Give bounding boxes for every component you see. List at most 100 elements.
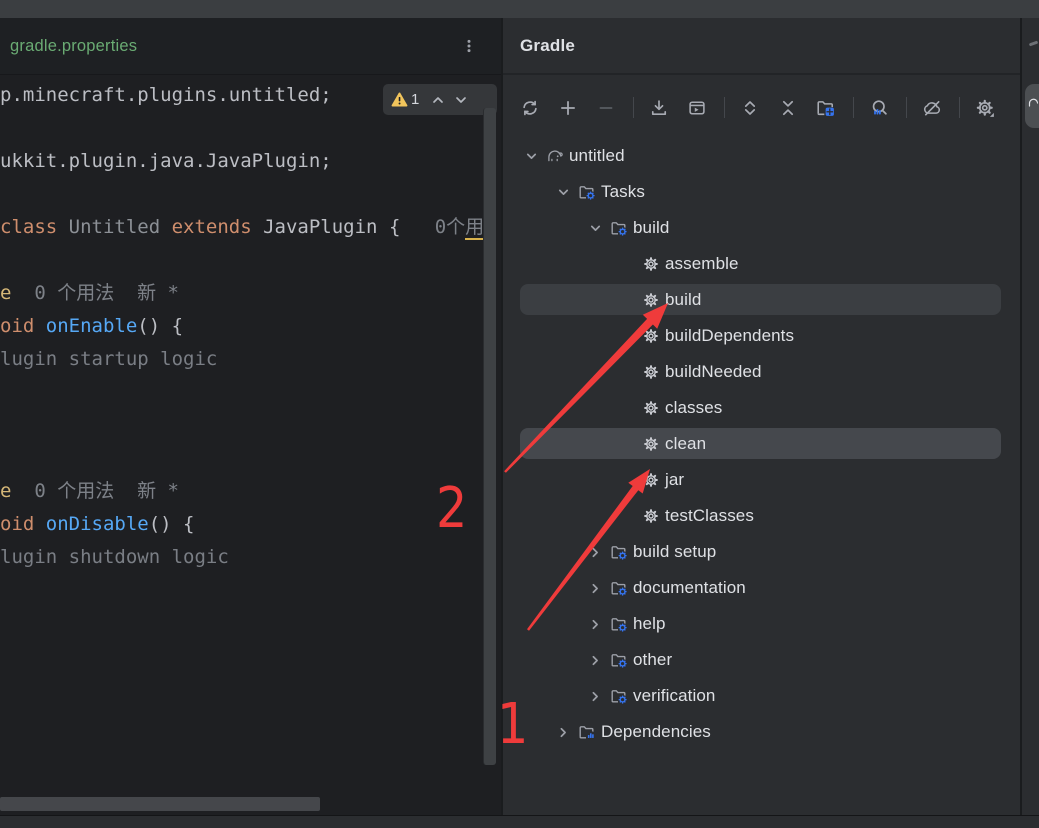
code-segment: oid <box>0 315 46 337</box>
toolbar-button-group-tasks[interactable] <box>813 95 839 121</box>
inspection-widget[interactable]: 1 <box>383 84 497 115</box>
right-tool-window-stripe <box>1020 18 1039 815</box>
code-segment: 0 个用法 新 * <box>11 282 179 304</box>
tree-item-clean[interactable]: clean <box>503 426 1020 462</box>
settings-icon <box>975 98 995 118</box>
code-segment: onDisable <box>46 513 149 535</box>
tree-item-build[interactable]: build <box>503 210 1020 246</box>
code-line: ukkit.plugin.java.JavaPlugin; <box>0 145 332 178</box>
code-segment: Untitled <box>69 216 172 238</box>
code-line: class Untitled extends JavaPlugin { 0个用 <box>0 211 484 244</box>
folder-gear-icon <box>610 687 628 705</box>
tree-item-label: assemble <box>665 254 739 274</box>
code-segment: () { <box>137 315 183 337</box>
chevron-right-icon[interactable] <box>587 688 604 705</box>
chevron-right-icon[interactable] <box>587 544 604 561</box>
tree-item-build-setup[interactable]: build setup <box>503 534 1020 570</box>
tree-item-help[interactable]: help <box>503 606 1020 642</box>
chevron-spacer <box>619 256 636 273</box>
code-segment: JavaPlugin { <box>263 216 435 238</box>
code-segment: p.minecraft.plugins.untitled; <box>0 84 332 106</box>
tree-item-label: buildNeeded <box>665 362 762 382</box>
gradle-elephant-icon <box>1028 97 1039 109</box>
code-segment: ukkit.plugin.java.JavaPlugin; <box>0 150 332 172</box>
code-segment: 0个 <box>435 216 465 238</box>
toolbar-button-remove-gradle-project[interactable] <box>593 95 619 121</box>
annotation-number-2: 2 <box>436 481 467 537</box>
editor-options-button[interactable] <box>455 32 483 60</box>
toolbar-button-download-sources[interactable] <box>646 95 672 121</box>
code-segment: e <box>0 282 11 304</box>
chevron-right-icon[interactable] <box>555 724 572 741</box>
tree-item-other[interactable]: other <box>503 642 1020 678</box>
tree-item-label: clean <box>665 434 706 454</box>
minus-icon <box>596 98 616 118</box>
toolbar-separator <box>724 97 725 118</box>
folder-gear-icon <box>610 651 628 669</box>
next-problem-button[interactable] <box>451 90 471 110</box>
tree-item-classes[interactable]: classes <box>503 390 1020 426</box>
gradle-panel-title: Gradle <box>520 36 575 56</box>
code-editor[interactable]: p.minecraft.plugins.untitled; ukkit.plugi… <box>0 75 501 815</box>
chevron-spacer <box>619 328 636 345</box>
editor-pane: gradle.properties p.minecraft.plugins.un… <box>0 18 501 815</box>
toolbar-separator <box>633 97 634 118</box>
code-line: oid onDisable() { <box>0 508 194 541</box>
chevron-right-icon[interactable] <box>587 580 604 597</box>
chevron-spacer <box>619 364 636 381</box>
toolbar-button-collapse-all[interactable] <box>775 95 801 121</box>
code-segment: 用 <box>465 216 484 240</box>
toolbar-button-execute-gradle-task[interactable] <box>684 95 710 121</box>
chevron-right-icon[interactable] <box>587 652 604 669</box>
tree-row-highlight <box>520 464 1001 495</box>
code-line: e 0 个用法 新 * <box>0 475 179 508</box>
toolbar-button-reload-all-gradle-projects[interactable] <box>517 95 543 121</box>
tree-item-label: build <box>665 290 701 310</box>
editor-vertical-scrollbar[interactable] <box>483 108 496 765</box>
tool-window-stripe-button-gradle[interactable] <box>1025 84 1039 128</box>
tree-item-jar[interactable]: jar <box>503 462 1020 498</box>
folder-gear-icon <box>610 615 628 633</box>
refresh-icon <box>520 98 540 118</box>
window-titlebar <box>0 0 1039 18</box>
toolbar-button-analyze-dependencies[interactable] <box>866 95 892 121</box>
previous-problem-button[interactable] <box>428 90 448 110</box>
code-line: e 0 个用法 新 * <box>0 277 179 310</box>
editor-tab-bar: gradle.properties <box>0 18 501 75</box>
code-segment: onEnable <box>46 315 138 337</box>
tree-item-label: testClasses <box>665 506 754 526</box>
tree-item-label: documentation <box>633 578 746 598</box>
gear-icon <box>642 255 660 273</box>
warning-count: 1 <box>411 91 425 108</box>
gear-icon <box>642 291 660 309</box>
toolbar-button-expand-all[interactable] <box>737 95 763 121</box>
tree-item-build[interactable]: build <box>503 282 1020 318</box>
toolbar-button-toggle-offline-mode[interactable] <box>919 95 945 121</box>
folder-gear-icon <box>610 579 628 597</box>
tree-item-builddependents[interactable]: buildDependents <box>503 318 1020 354</box>
chevron-down-icon <box>453 92 469 108</box>
chevron-down-icon[interactable] <box>523 148 540 165</box>
editor-horizontal-scrollbar[interactable] <box>0 797 320 811</box>
folder-deps-icon <box>578 723 596 741</box>
tree-item-label: build <box>633 218 669 238</box>
chevron-down-icon[interactable] <box>555 184 572 201</box>
tab-gradle-properties[interactable]: gradle.properties <box>0 18 147 74</box>
chevron-down-icon[interactable] <box>587 220 604 237</box>
tree-item-dependencies[interactable]: Dependencies <box>503 714 1020 750</box>
toolbar-button-gradle-settings[interactable] <box>972 95 998 121</box>
tree-item-documentation[interactable]: documentation <box>503 570 1020 606</box>
toolbar-button-add-gradle-project[interactable] <box>555 95 581 121</box>
tree-item-assemble[interactable]: assemble <box>503 246 1020 282</box>
chevron-right-icon[interactable] <box>587 616 604 633</box>
expand-icon <box>740 98 760 118</box>
tree-item-buildneeded[interactable]: buildNeeded <box>503 354 1020 390</box>
tree-item-untitled[interactable]: untitled <box>503 138 1020 174</box>
tree-item-verification[interactable]: verification <box>503 678 1020 714</box>
gear-icon <box>642 507 660 525</box>
kebab-menu-icon <box>461 38 477 54</box>
gear-icon <box>642 327 660 345</box>
tree-item-testclasses[interactable]: testClasses <box>503 498 1020 534</box>
stripe-icon-fragment <box>1029 41 1038 47</box>
tree-item-tasks[interactable]: Tasks <box>503 174 1020 210</box>
